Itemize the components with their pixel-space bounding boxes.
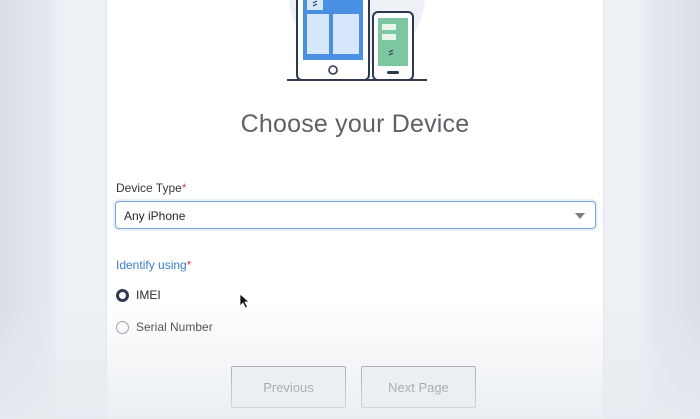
radio-option-serial-number[interactable]: Serial Number (116, 319, 213, 335)
radio-label-serial-number: Serial Number (136, 320, 213, 334)
radio-button-checked[interactable] (116, 288, 129, 302)
device-type-select[interactable]: Any iPhone (115, 201, 596, 229)
previous-button[interactable]: Previous (231, 366, 346, 408)
identify-using-label: Identify using* (116, 258, 191, 272)
next-page-button[interactable]: Next Page (361, 366, 476, 408)
mouse-cursor-icon (239, 293, 250, 309)
devices-illustration-icon (287, 0, 427, 81)
device-type-selected-value: Any iPhone (124, 209, 186, 223)
identify-using-label-text: Identify using (116, 258, 187, 272)
dropdown-arrow-icon (575, 213, 585, 219)
required-marker: * (181, 181, 187, 195)
device-selection-card: Choose your Device Device Type* Any iPho… (106, 0, 604, 419)
required-marker: * (186, 258, 192, 272)
radio-option-imei[interactable]: IMEI (116, 287, 161, 303)
device-type-label: Device Type* (116, 181, 186, 195)
radio-button-unchecked[interactable] (116, 320, 129, 334)
device-type-label-text: Device Type (116, 181, 182, 195)
page-title: Choose your Device (240, 110, 470, 138)
radio-label-imei: IMEI (136, 288, 161, 302)
